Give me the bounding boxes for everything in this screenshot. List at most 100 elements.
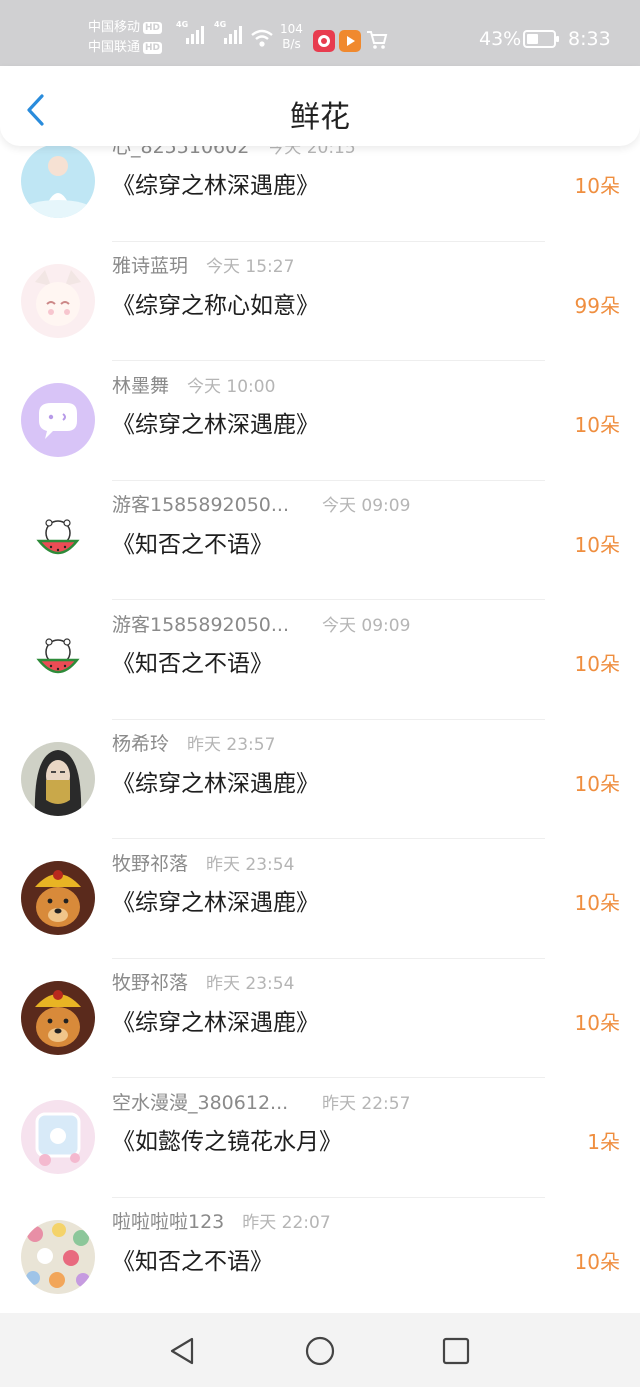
timestamp: 今天 15:27 (206, 257, 295, 277)
user-avatar[interactable] (21, 861, 95, 935)
user-avatar[interactable] (21, 1219, 95, 1294)
user-avatar[interactable] (21, 263, 95, 338)
screen: 中国移动 HD 中国联通 HD 4G 4G 104 B/s 43% 8:33 鲜… (0, 0, 640, 1387)
nav-home-button[interactable] (304, 1335, 336, 1367)
list-item[interactable]: 游客1585892050... 今天 09:09 《知否之不语》 10朵 (0, 481, 640, 601)
item-meta: 游客1585892050... 今天 09:09 (112, 610, 410, 637)
user-avatar[interactable] (21, 980, 95, 1055)
list-item[interactable]: 杨希玲 昨天 23:57 《综穿之林深遇鹿》 10朵 (0, 720, 640, 840)
page-header: 鲜花 (0, 66, 640, 146)
book-title[interactable]: 《综穿之林深遇鹿》 (112, 764, 319, 798)
username[interactable]: 杨希玲 (112, 729, 169, 756)
item-meta: 雅诗蓝玥 今天 15:27 (112, 251, 295, 278)
timestamp: 今天 10:00 (187, 376, 276, 397)
flower-list: 心_825510602 今天 20:15 《综穿之林深遇鹿》 10朵 雅诗蓝玥 … (0, 132, 640, 1312)
list-item[interactable]: 游客1585892050... 今天 09:09 《知否之不语》 10朵 (0, 600, 640, 720)
network-type-label: 4G (176, 20, 189, 29)
user-avatar[interactable] (21, 144, 95, 218)
book-title[interactable]: 《知否之不语》 (112, 644, 273, 678)
avatar-anime-fox-girl (21, 263, 95, 338)
timestamp: 昨天 23:54 (206, 974, 295, 994)
list-item[interactable]: 林墨舞 今天 10:00 《综穿之林深遇鹿》 10朵 (0, 361, 640, 481)
username[interactable]: 林墨舞 (112, 371, 169, 398)
avatar-white-dress-girl (21, 144, 95, 218)
book-title[interactable]: 《综穿之林深遇鹿》 (112, 405, 319, 439)
flower-count: 10朵 (574, 1010, 620, 1035)
user-avatar[interactable] (21, 741, 95, 816)
battery-icon (523, 30, 559, 48)
battery-percent: 43% (479, 28, 522, 50)
carrier-info: 中国移动 HD 中国联通 HD (88, 18, 163, 58)
flower-count: 10朵 (574, 1249, 620, 1274)
username[interactable]: 牧野祁落 (112, 849, 188, 876)
avatar-floral-pattern (21, 1219, 95, 1294)
book-title[interactable]: 《综穿之林深遇鹿》 (112, 166, 319, 200)
wifi-icon (251, 29, 273, 47)
triangle-back-icon (170, 1337, 194, 1365)
shopping-cart-icon (367, 31, 388, 49)
book-title[interactable]: 《综穿之称心如意》 (112, 286, 319, 320)
flower-count: 10朵 (574, 174, 620, 198)
status-time: 8:33 (568, 28, 611, 50)
network-type-label: 4G (214, 20, 227, 29)
timestamp: 今天 09:09 (322, 615, 411, 636)
flower-count: 10朵 (574, 413, 620, 437)
square-recents-icon (442, 1337, 470, 1365)
nav-back-button[interactable] (166, 1335, 198, 1367)
timestamp: 今天 09:09 (322, 496, 411, 516)
avatar-veiled-woman (21, 741, 95, 816)
carrier-1-label: 中国移动 (88, 20, 141, 35)
flower-count: 99朵 (574, 293, 620, 318)
avatar-watermelon-bear (21, 622, 95, 696)
user-avatar[interactable] (21, 1100, 95, 1174)
list-item[interactable]: 牧野祁落 昨天 23:54 《综穿之林深遇鹿》 10朵 (0, 839, 640, 959)
username[interactable]: 游客1585892050... (112, 490, 294, 517)
battery-level-fill (527, 34, 538, 44)
username[interactable]: 空水漫漫_380612... (112, 1088, 294, 1115)
username[interactable]: 雅诗蓝玥 (112, 251, 188, 278)
signal-icon: 4G (214, 20, 242, 44)
net-speed-unit: B/s (282, 37, 301, 51)
app-icon-red (313, 30, 335, 52)
user-avatar[interactable] (21, 622, 95, 696)
list-item[interactable]: 雅诗蓝玥 今天 15:27 《综穿之称心如意》 99朵 (0, 242, 640, 362)
flower-count: 10朵 (574, 891, 620, 915)
username[interactable]: 游客1585892050... (112, 610, 294, 637)
avatar-dog-costume (21, 861, 95, 935)
hd-badge: HD (143, 42, 163, 54)
book-title[interactable]: 《综穿之林深遇鹿》 (112, 1003, 319, 1037)
timestamp: 昨天 23:57 (187, 735, 276, 755)
signal-icon: 4G (176, 20, 204, 44)
net-speed: 104 B/s (280, 22, 303, 52)
avatar-purple-chat-bubble (21, 383, 95, 457)
item-meta: 空水漫漫_380612... 昨天 22:57 (112, 1088, 410, 1115)
item-meta: 林墨舞 今天 10:00 (112, 371, 276, 398)
nav-recents-button[interactable] (440, 1335, 472, 1367)
username[interactable]: 啦啦啦啦123 (112, 1207, 224, 1234)
circle-home-icon (305, 1336, 335, 1366)
book-title[interactable]: 《知否之不语》 (112, 525, 273, 559)
list-item[interactable]: 心_825510602 今天 20:15 《综穿之林深遇鹿》 10朵 (0, 132, 640, 242)
list-item[interactable]: 空水漫漫_380612... 昨天 22:57 《如懿传之镜花水月》 1朵 (0, 1078, 640, 1198)
avatar-watermelon-bear (21, 502, 95, 577)
avatar-pastel-cube (21, 1100, 95, 1174)
book-title[interactable]: 《知否之不语》 (112, 1242, 273, 1276)
list-item[interactable]: 牧野祁落 昨天 23:54 《综穿之林深遇鹿》 10朵 (0, 959, 640, 1079)
item-meta: 牧野祁落 昨天 23:54 (112, 968, 295, 995)
flower-count: 10朵 (574, 652, 620, 676)
timestamp: 昨天 22:57 (322, 1093, 411, 1114)
system-nav-bar (0, 1313, 640, 1387)
user-avatar[interactable] (21, 383, 95, 457)
user-avatar[interactable] (21, 502, 95, 577)
list-item[interactable]: 啦啦啦啦123 昨天 22:07 《知否之不语》 10朵 (0, 1198, 640, 1313)
book-title[interactable]: 《综穿之林深遇鹿》 (112, 883, 319, 917)
book-title[interactable]: 《如懿传之镜花水月》 (112, 1122, 342, 1156)
hd-badge: HD (143, 22, 163, 34)
page-title: 鲜花 (290, 100, 350, 135)
net-speed-value: 104 (280, 22, 303, 36)
username[interactable]: 牧野祁落 (112, 968, 188, 995)
timestamp: 昨天 23:54 (206, 854, 295, 875)
item-meta: 啦啦啦啦123 昨天 22:07 (112, 1207, 331, 1234)
item-meta: 牧野祁落 昨天 23:54 (112, 849, 295, 876)
item-meta: 游客1585892050... 今天 09:09 (112, 490, 410, 517)
